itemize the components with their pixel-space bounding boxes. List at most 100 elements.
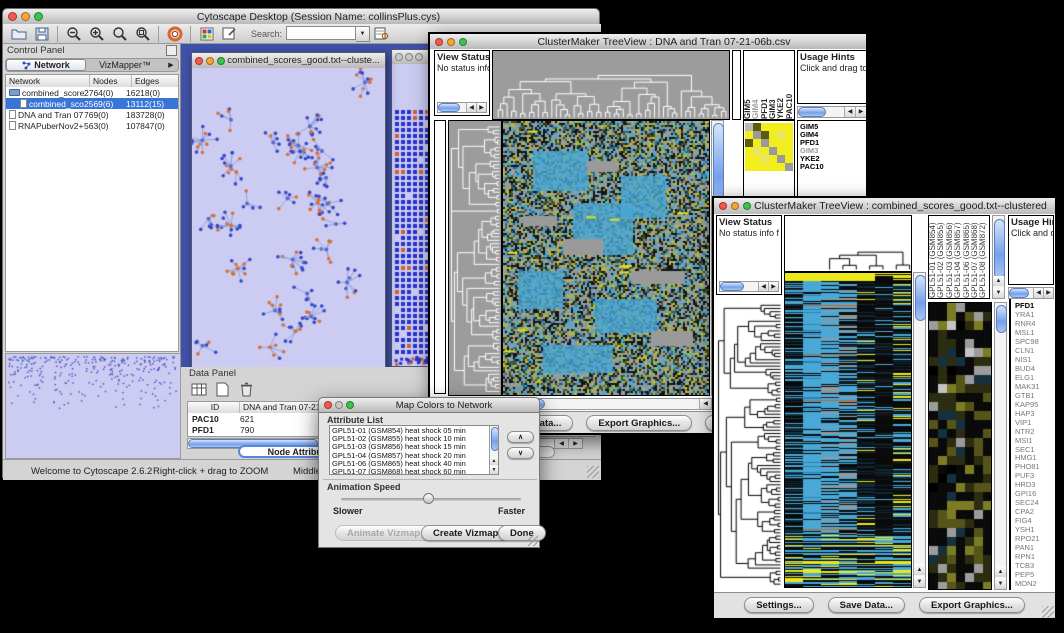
gene-label[interactable]: HRD3 — [1013, 481, 1055, 489]
zoom-button[interactable] — [743, 202, 751, 210]
gene-label[interactable]: MON2 — [1013, 580, 1055, 588]
gene-label[interactable]: ELG1 — [1013, 374, 1055, 382]
scroll-right-arrow[interactable]: ▶ — [855, 107, 866, 117]
column-dendrogram-canvas[interactable] — [784, 215, 912, 272]
birdseye-overview-canvas[interactable] — [5, 353, 181, 459]
gene-label[interactable]: VIP1 — [1013, 419, 1055, 427]
network-list-row[interactable]: combined_sco... 2569(6) 13112(15) — [6, 98, 178, 109]
treeview2-action-button[interactable]: Settings... — [744, 597, 813, 613]
gene-label[interactable]: CLN1 — [1013, 347, 1055, 355]
scroll-up-arrow[interactable]: ▲ — [914, 564, 925, 575]
speed-slider-thumb[interactable] — [423, 493, 434, 504]
minimize-button[interactable] — [206, 57, 214, 65]
close-button[interactable] — [8, 12, 17, 21]
gene-label[interactable]: FIG4 — [1013, 517, 1055, 525]
tab-network[interactable]: Network — [6, 59, 86, 71]
gene-label[interactable]: SEC1 — [1013, 446, 1055, 454]
treeview1-titlebar[interactable]: ClusterMaker TreeView : DNA and Tran 07-… — [430, 34, 866, 50]
zoom-button[interactable] — [346, 401, 354, 409]
gene-label[interactable]: YRA1 — [1013, 311, 1055, 319]
gene-label[interactable]: RPO21 — [1013, 535, 1055, 543]
gene-label[interactable]: PHO81 — [1013, 463, 1055, 471]
scrollbar-thumb[interactable] — [491, 427, 499, 451]
tab-vizmapper[interactable]: VizMapper™ — [86, 60, 164, 70]
scrollbar-thumb[interactable] — [915, 275, 926, 321]
gene-label[interactable]: MAK31 — [1013, 383, 1055, 391]
scrollbar-thumb[interactable] — [996, 305, 1007, 333]
column-label[interactable]: GPL51-02 (GSM855) — [937, 216, 945, 298]
minimize-button[interactable] — [21, 12, 30, 21]
column-label[interactable]: PAC10 — [786, 51, 794, 119]
resize-grip[interactable] — [527, 535, 538, 546]
scroll-left-arrow[interactable]: ◀ — [699, 399, 711, 409]
vizmapper-icon[interactable] — [195, 24, 218, 43]
help-lifering-icon[interactable] — [163, 24, 186, 43]
create-vizmap-button[interactable]: Create Vizmap — [421, 525, 510, 541]
gene-label[interactable]: RNR4 — [1013, 320, 1055, 328]
annotation-icon[interactable] — [218, 24, 241, 43]
column-label[interactable]: GPL51-08 (GSM872) — [979, 216, 987, 298]
treeview2-action-button[interactable]: Export Graphics... — [919, 597, 1025, 613]
close-button[interactable] — [719, 202, 727, 210]
close-button[interactable] — [435, 38, 443, 46]
gene-label[interactable]: HAP3 — [1013, 410, 1055, 418]
scroll-right-arrow[interactable]: ▶ — [568, 439, 582, 448]
gene-label[interactable]: PAN1 — [1013, 544, 1055, 552]
network-list-row[interactable]: RNAPuberNov2+... 563(0) 107847(0) — [6, 120, 178, 131]
zoom-button[interactable] — [459, 38, 467, 46]
gene-label[interactable]: MSL1 — [1013, 329, 1055, 337]
gene-label[interactable]: HMG1 — [1013, 454, 1055, 462]
column-label[interactable]: GPL51-03 (GSM856) — [946, 216, 954, 298]
column-label[interactable]: GPL51-04 (GSM857) — [954, 216, 962, 298]
row-dendrogram-canvas[interactable] — [448, 120, 502, 396]
row-tree-scroll-strip[interactable] — [434, 120, 446, 394]
column-label[interactable]: YKE2 — [777, 51, 785, 119]
scroll-up-arrow[interactable]: ▲ — [490, 457, 498, 465]
scrollbar-thumb[interactable] — [1009, 288, 1029, 298]
save-session-icon[interactable] — [30, 24, 53, 43]
search-config-icon[interactable] — [370, 24, 393, 43]
scroll-right-arrow[interactable]: ▶ — [768, 282, 778, 291]
zoom-out-icon[interactable] — [62, 24, 85, 43]
scroll-left-arrow[interactable]: ◀ — [1033, 288, 1043, 298]
network-view-titlebar[interactable]: combined_scores_good.txt--cluste... — [192, 53, 385, 69]
scroll-down-arrow[interactable]: ▼ — [914, 576, 925, 587]
column-label[interactable]: PFD1 — [761, 51, 769, 119]
close-button[interactable] — [324, 401, 332, 409]
scrollbar-thumb[interactable] — [994, 219, 1005, 279]
tabs-overflow-button[interactable]: ▶ — [164, 61, 178, 69]
minimize-button[interactable] — [335, 401, 343, 409]
gene-label[interactable]: NTR2 — [1013, 428, 1055, 436]
network-list-row[interactable]: combined_scores 2764(0) 16218(0) — [6, 87, 178, 98]
gene-label[interactable]: KAP95 — [1013, 401, 1055, 409]
zoom-heatmap-canvas[interactable] — [928, 302, 992, 590]
resize-grip[interactable] — [1042, 606, 1054, 618]
gene-label[interactable]: NIS1 — [1013, 356, 1055, 364]
scrollbar-thumb[interactable] — [798, 107, 826, 117]
gene-label[interactable]: RPN1 — [1013, 553, 1055, 561]
scroll-left-arrow[interactable]: ◀ — [844, 107, 855, 117]
dialog-titlebar[interactable]: Map Colors to Network — [319, 398, 539, 413]
scrollbar-thumb[interactable] — [720, 282, 744, 291]
gene-label[interactable]: PFD1 — [1013, 302, 1055, 310]
column-label[interactable]: GIM4 — [752, 51, 760, 119]
network-view-canvas[interactable] — [192, 68, 385, 367]
zoom-selected-icon[interactable] — [108, 24, 131, 43]
row-label[interactable]: PAC10 — [798, 163, 866, 171]
close-button[interactable] — [395, 53, 403, 61]
gene-label[interactable]: YSH1 — [1013, 526, 1055, 534]
col-network[interactable]: Network — [6, 75, 90, 87]
row-dendrogram-canvas[interactable] — [716, 299, 782, 588]
minimize-button[interactable] — [731, 202, 739, 210]
attribute-table-icon[interactable] — [187, 380, 210, 399]
open-session-icon[interactable] — [7, 24, 30, 43]
resize-grip[interactable] — [587, 466, 599, 478]
gene-label[interactable]: PUF3 — [1013, 472, 1055, 480]
scroll-up-arrow[interactable]: ▲ — [993, 276, 1004, 286]
gene-label[interactable]: PEP5 — [1013, 571, 1055, 579]
minimize-button[interactable] — [405, 53, 413, 61]
col-edges[interactable]: Edges — [132, 75, 178, 87]
zoom-button[interactable] — [415, 53, 423, 61]
network-list-row[interactable]: DNA and Tran 07... 769(0) 183728(0) — [6, 109, 178, 120]
minimize-button[interactable] — [447, 38, 455, 46]
